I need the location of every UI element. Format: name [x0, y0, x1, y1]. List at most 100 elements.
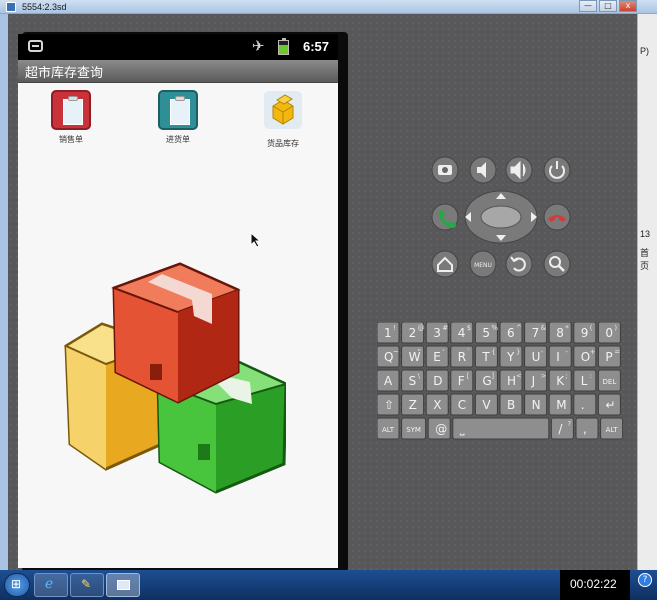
menu-item-purchase[interactable]: 进货单 [142, 90, 214, 150]
window-titlebar[interactable]: 5554:2.3sd — □ x [0, 0, 657, 14]
keyboard-key[interactable]: G] [474, 369, 498, 392]
keyboard-key[interactable]: ALT [600, 417, 624, 440]
menu-button[interactable]: MENU [469, 250, 497, 278]
keyboard-key[interactable]: P = [597, 345, 621, 368]
keyboard-key-label: @ [435, 422, 447, 436]
keyboard-key[interactable]: E ' [425, 345, 449, 368]
keyboard-key-label: 4 [458, 326, 466, 340]
keyboard-key-alt-label: ; [565, 372, 567, 380]
keyboard-key-alt-label: ~ [393, 348, 399, 356]
keyboard-key[interactable]: W" [401, 345, 425, 368]
keyboard-key-label: 8 [556, 326, 564, 340]
close-button[interactable]: x [619, 0, 637, 12]
menu-label-inventory: 货品库存 [267, 139, 299, 148]
keyboard-key[interactable]: X [425, 393, 449, 416]
keyboard-key-label: DEL [603, 378, 617, 386]
keyboard-key[interactable]: 4 $ [450, 322, 474, 344]
end-call-button[interactable] [543, 203, 571, 231]
keyboard-key[interactable]: V [474, 393, 498, 416]
camera-button[interactable] [431, 156, 459, 184]
keyboard-key[interactable]: U- [524, 345, 548, 368]
keyboard-key[interactable]: Z [401, 393, 425, 416]
back-button[interactable] [505, 250, 533, 278]
keyboard-key[interactable]: D [425, 369, 449, 392]
keyboard-key[interactable]: T{ [474, 345, 498, 368]
keyboard-key[interactable]: ⇧ [377, 393, 400, 416]
keyboard-key[interactable]: , [575, 417, 599, 440]
keyboard-key-alt-label: ` [467, 348, 471, 356]
taskbar-emulator-button[interactable] [106, 573, 140, 597]
keyboard-key[interactable]: O + [573, 345, 597, 368]
keyboard-key[interactable]: Y} [499, 345, 523, 368]
window-icon [117, 580, 130, 590]
background-window-text-1: P) [640, 46, 649, 56]
keyboard-key[interactable]: S \ [401, 369, 425, 392]
keyboard-key-label: R [458, 350, 466, 364]
keyboard-key[interactable]: ↵ [597, 393, 621, 416]
keyboard-key[interactable]: J > [524, 369, 548, 392]
battery-icon [278, 38, 289, 55]
keyboard-key[interactable]: Q ~ [377, 345, 400, 368]
power-button[interactable] [543, 156, 571, 184]
keyboard-key[interactable]: 2 @ [401, 322, 425, 344]
menu-item-inventory[interactable]: 货品库存 [247, 90, 319, 150]
keyboard-key[interactable]: 7 & [524, 322, 548, 344]
keyboard-key-label: ⎵ [460, 422, 465, 436]
keyboard-key[interactable]: F[ [450, 369, 474, 392]
window-controls: — □ x [577, 0, 637, 12]
keyboard-key[interactable]: B [499, 393, 523, 416]
keyboard-key[interactable]: ⎵ [452, 417, 550, 440]
keyboard-key-label: M [556, 398, 566, 412]
help-icon[interactable]: ? [638, 573, 652, 587]
keyboard-key-alt-label: % [491, 324, 498, 332]
taskbar-browser-button[interactable]: ℯ [34, 573, 68, 597]
call-button[interactable] [431, 203, 459, 231]
menu-item-sales[interactable]: 销售单 [35, 90, 107, 150]
minimize-button[interactable]: — [579, 0, 597, 12]
window-title: 5554:2.3sd [22, 2, 67, 12]
start-button[interactable]: ⊞ [4, 573, 30, 597]
keyboard-key[interactable]: /? [550, 417, 574, 440]
keyboard-key-alt-label: # [442, 324, 448, 332]
keyboard-key[interactable]: 0) [597, 322, 621, 344]
keyboard-key[interactable]: K; [548, 369, 572, 392]
keyboard-key[interactable]: @ [427, 417, 451, 440]
keyboard-key-alt-label: ! [393, 324, 396, 332]
keyboard-key[interactable]: 9( [573, 322, 597, 344]
keyboard-key-label: SYM [406, 426, 421, 434]
status-clock: 6:57 [303, 39, 330, 54]
keyboard-key[interactable]: 6 ^ [499, 322, 523, 344]
keyboard-key[interactable]: DEL [597, 369, 621, 392]
window-left-border [0, 14, 8, 570]
inventory-icon [264, 91, 302, 129]
volume-up-button[interactable] [505, 156, 533, 184]
maximize-button[interactable]: □ [599, 0, 617, 12]
stacked-boxes-illustration [63, 262, 286, 494]
keyboard-key[interactable]: ALT [377, 417, 400, 440]
home-button[interactable] [431, 250, 459, 278]
keyboard-key[interactable]: C [450, 393, 474, 416]
keyboard-key[interactable]: . [573, 393, 597, 416]
volume-down-button[interactable] [469, 156, 497, 184]
keyboard-key[interactable]: 1! [377, 322, 400, 344]
keyboard-key[interactable]: N [524, 393, 548, 416]
keyboard-key[interactable]: M [548, 393, 572, 416]
keyboard-key-label: A [384, 374, 393, 388]
keyboard-key[interactable]: A [377, 369, 400, 392]
keyboard-key-alt-label: ) [614, 324, 617, 332]
keyboard-key[interactable]: 8 * [548, 322, 572, 344]
keyboard-key[interactable]: L: [573, 369, 597, 392]
keyboard-key[interactable]: SYM [401, 417, 427, 440]
hardware-keyboard: 1! 2 @3 #4 $5% 6 ^ 7 & 8 * 9(0)Q ~ W" E ' R ` T{Y} U - I - O + P =… [377, 322, 624, 440]
taskbar-tool-button[interactable]: ✎ [70, 573, 104, 597]
keyboard-key[interactable]: H < [499, 369, 523, 392]
keyboard-key[interactable]: 3 # [425, 322, 449, 344]
dpad-center-button[interactable] [480, 205, 522, 229]
keyboard-key[interactable]: 5% [474, 322, 498, 344]
dpad[interactable] [464, 190, 538, 244]
search-button[interactable] [543, 250, 571, 278]
keyboard-key[interactable]: R ` [450, 345, 474, 368]
keyboard-key[interactable]: I- [548, 345, 572, 368]
keyboard-key-alt-label: < [516, 372, 522, 380]
keyboard-key-label: ⇧ [384, 398, 394, 412]
